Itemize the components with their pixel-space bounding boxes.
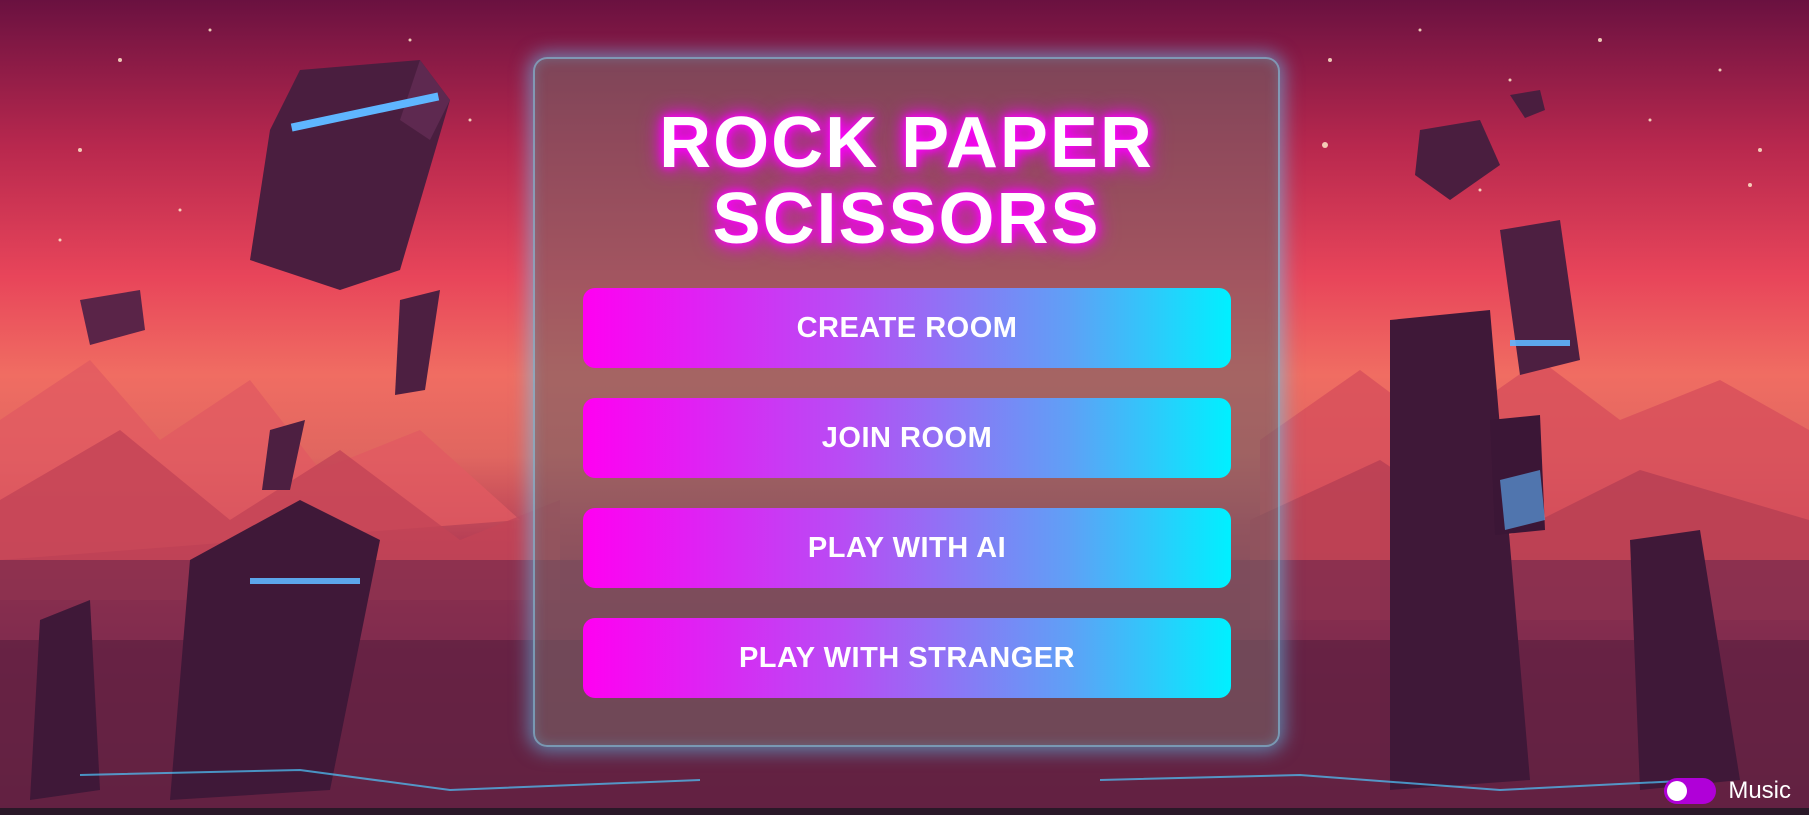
create-room-button[interactable]: CREATE ROOM xyxy=(583,288,1231,368)
music-control: Music xyxy=(1664,777,1791,805)
music-toggle[interactable] xyxy=(1664,778,1717,804)
game-screen: ROCK PAPER SCISSORS CREATE ROOM JOIN ROO… xyxy=(0,0,1809,815)
play-with-ai-button[interactable]: PLAY WITH AI xyxy=(583,508,1231,588)
music-label: Music xyxy=(1728,777,1791,804)
title-line-2: SCISSORS xyxy=(712,179,1101,259)
join-room-button[interactable]: JOIN ROOM xyxy=(583,398,1231,478)
title-line-1: ROCK PAPER xyxy=(659,103,1154,183)
game-title: ROCK PAPER SCISSORS xyxy=(533,105,1280,257)
toggle-knob xyxy=(1667,781,1688,801)
play-with-stranger-button[interactable]: PLAY WITH STRANGER xyxy=(583,618,1231,698)
